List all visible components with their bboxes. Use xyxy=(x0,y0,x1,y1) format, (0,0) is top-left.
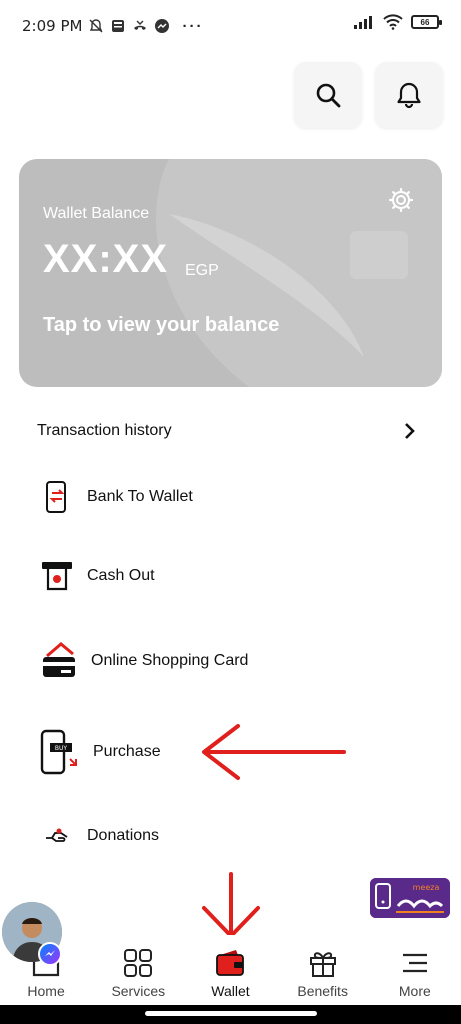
nav-wallet-label: Wallet xyxy=(211,983,250,999)
nav-more[interactable]: More xyxy=(370,935,460,999)
wallet-icon xyxy=(216,950,245,976)
wallet-balance-amount: XX:XX xyxy=(43,237,169,281)
status-bar: 2:09 PM ··· 66 xyxy=(0,0,461,52)
battery-icon: 66 xyxy=(411,15,442,29)
annotation-arrow-down xyxy=(202,872,260,938)
bank-to-wallet-icon xyxy=(37,477,77,517)
messenger-icon xyxy=(155,19,170,33)
nav-benefits[interactable]: Benefits xyxy=(278,935,368,999)
search-icon xyxy=(316,83,341,108)
transaction-history-row[interactable]: Transaction history xyxy=(37,422,417,440)
nav-home-label: Home xyxy=(27,983,65,999)
bank-to-wallet-label: Bank To Wallet xyxy=(87,488,193,505)
status-overflow: ··· xyxy=(182,17,204,35)
notifications-button[interactable] xyxy=(375,62,443,128)
donations-label: Donations xyxy=(87,827,160,844)
services-grid-icon xyxy=(124,949,153,977)
atm-cash-out-icon xyxy=(37,556,77,596)
status-time: 2:09 PM xyxy=(22,17,83,35)
nav-wallet[interactable]: Wallet xyxy=(185,935,275,999)
home-indicator[interactable] xyxy=(145,1011,317,1016)
gift-icon xyxy=(309,952,336,977)
menu-item-donations[interactable]: Donations xyxy=(37,816,159,856)
nav-services[interactable]: Services xyxy=(93,935,183,999)
meeza-logo-text: meeza xyxy=(413,883,440,892)
menu-lines-icon xyxy=(402,953,427,973)
tap-to-view-balance[interactable]: Tap to view your balance xyxy=(43,314,279,337)
messenger-badge-icon xyxy=(38,942,62,966)
wifi-icon xyxy=(383,14,403,30)
nav-benefits-label: Benefits xyxy=(297,983,348,999)
menu-item-bank-to-wallet[interactable]: Bank To Wallet xyxy=(37,477,193,517)
menu-item-cash-out[interactable]: Cash Out xyxy=(37,556,155,596)
purchase-icon-buy-tag: BUY xyxy=(55,745,68,752)
nav-more-label: More xyxy=(398,983,431,999)
meeza-logo: meeza xyxy=(370,878,450,918)
settings-gear-icon[interactable] xyxy=(388,187,414,213)
menu-item-online-shopping-card[interactable]: Online Shopping Card xyxy=(37,641,248,681)
online-shopping-card-label: Online Shopping Card xyxy=(91,652,249,669)
cash-out-label: Cash Out xyxy=(87,567,155,584)
purchase-label: Purchase xyxy=(93,743,161,760)
battery-level: 66 xyxy=(420,17,430,27)
signal-icon xyxy=(354,16,372,29)
system-icons: 66 xyxy=(353,14,442,30)
search-button[interactable] xyxy=(294,62,362,128)
bell-icon xyxy=(397,82,421,109)
transaction-history-label: Transaction history xyxy=(37,422,172,439)
missed-call-icon xyxy=(134,20,147,30)
shopping-card-icon xyxy=(37,641,81,681)
notification-icons xyxy=(88,18,170,34)
wallet-balance-card[interactable]: Wallet Balance XX:XX EGP Tap to view you… xyxy=(19,159,442,387)
card-chip xyxy=(350,231,408,279)
purchase-phone-icon: BUY xyxy=(37,729,83,775)
menu-item-purchase[interactable]: BUY Purchase xyxy=(37,729,161,775)
bottom-navigation: Home Services Wallet Benefits More xyxy=(0,935,461,1005)
donation-hand-icon xyxy=(37,816,77,856)
wallet-balance-label: Wallet Balance xyxy=(43,205,150,222)
news-icon xyxy=(112,20,125,32)
annotation-arrow-left xyxy=(202,724,346,780)
wallet-currency: EGP xyxy=(185,262,219,279)
nav-services-label: Services xyxy=(111,983,166,999)
mute-bell-icon xyxy=(89,19,103,33)
chevron-right-icon xyxy=(405,423,415,439)
